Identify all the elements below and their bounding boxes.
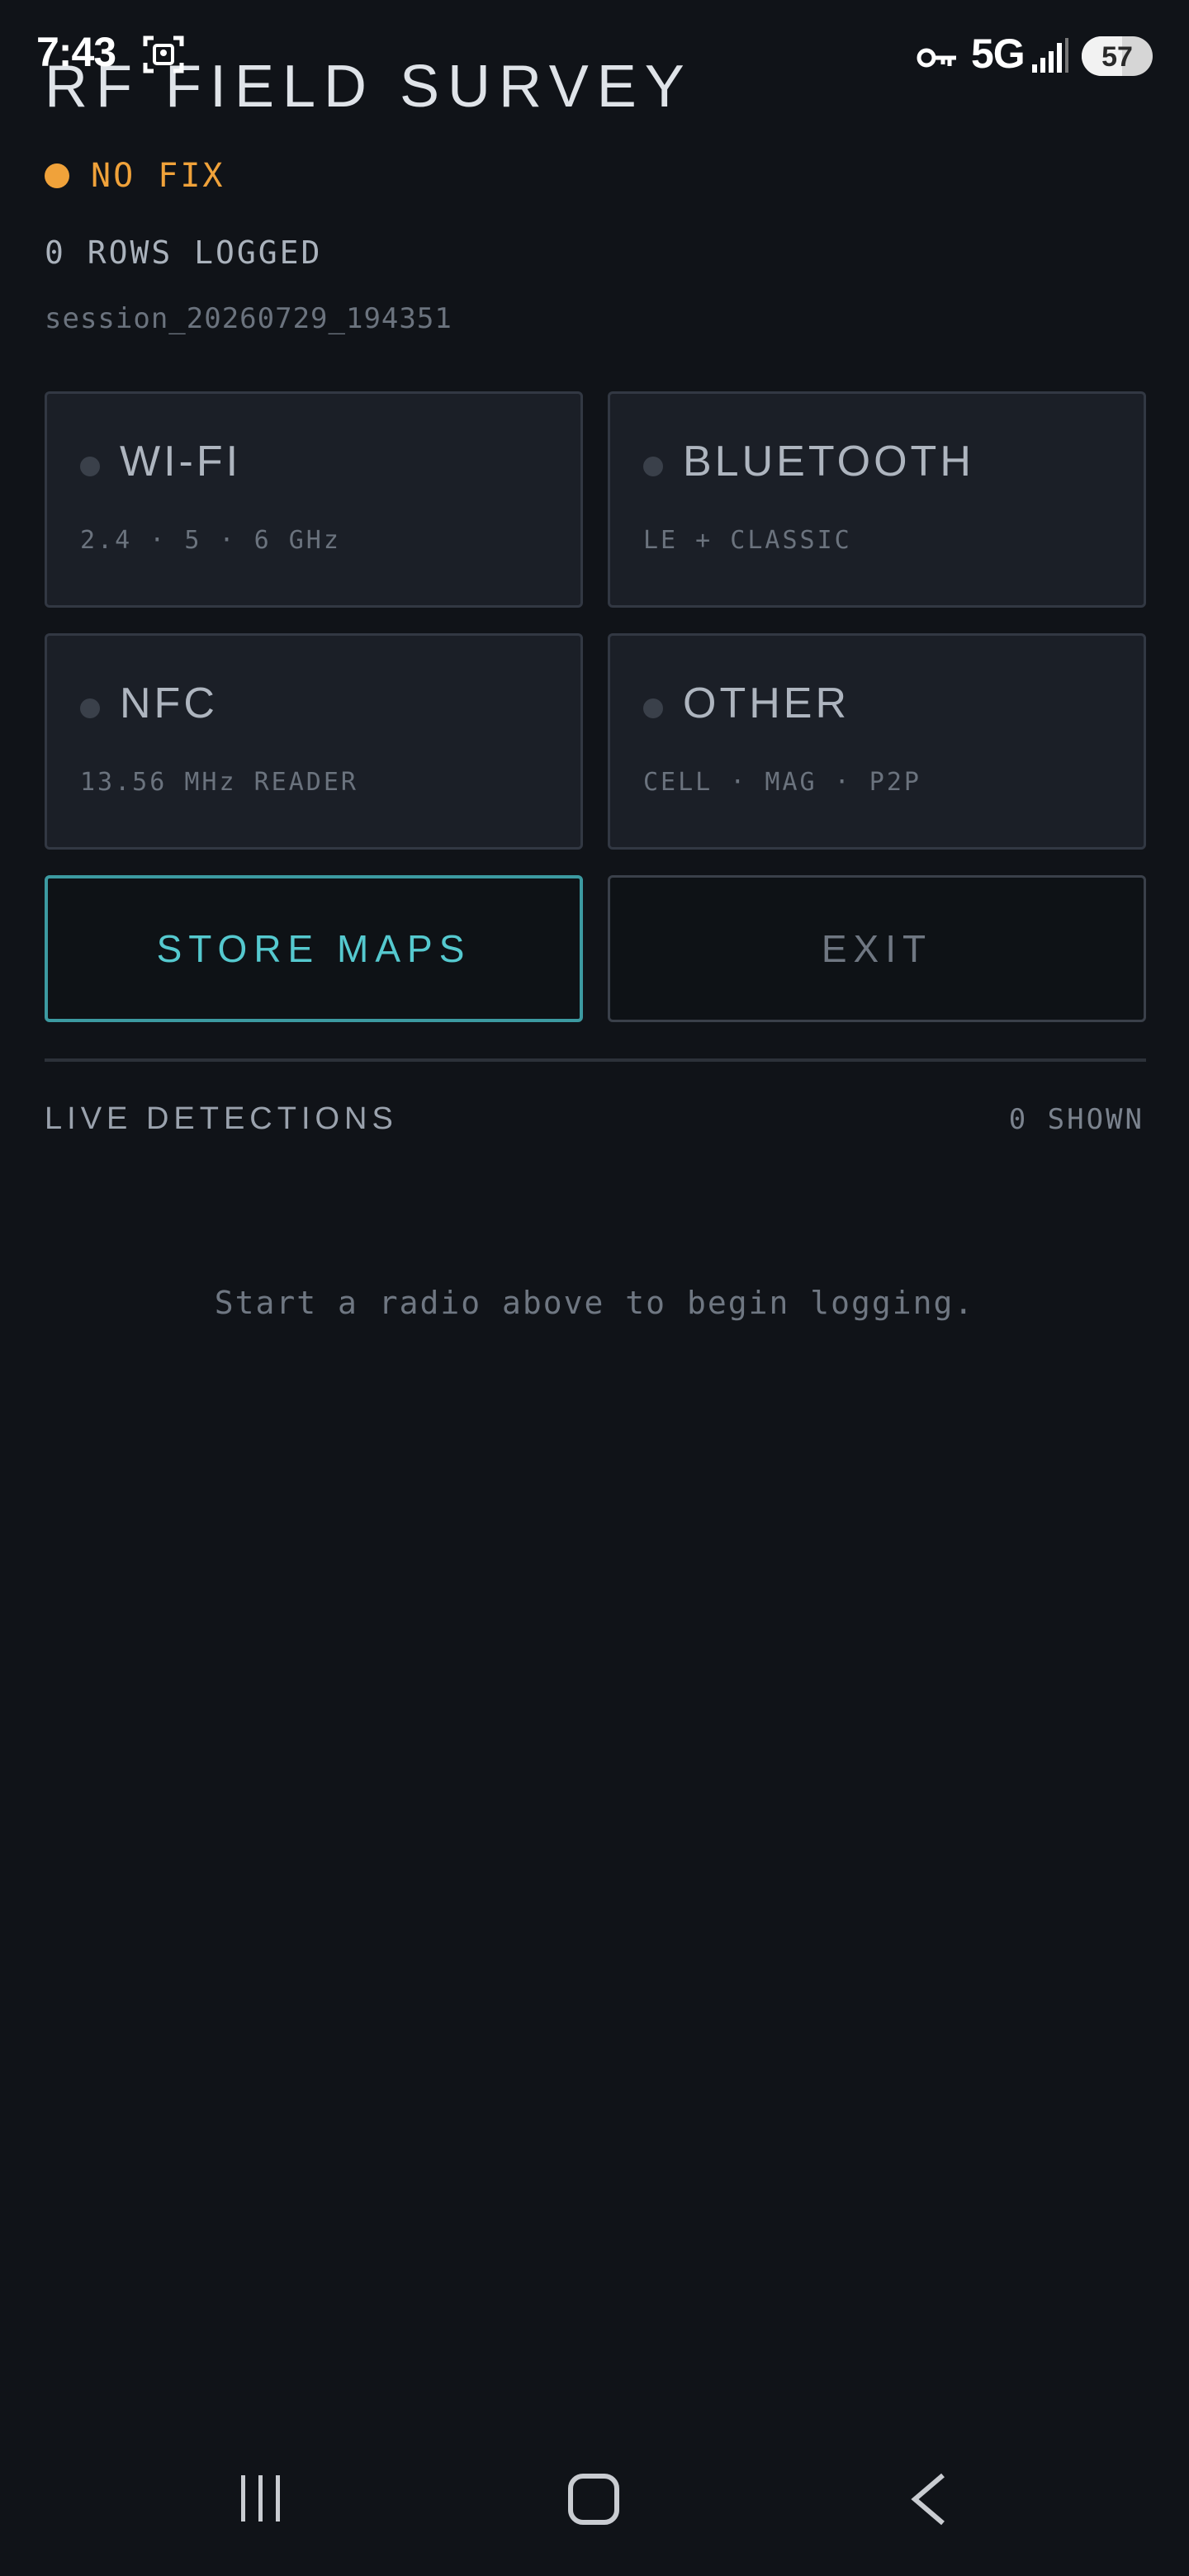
rows-logged-count: 0 ROWS LOGGED (45, 234, 323, 271)
empty-state-message: Start a radio above to begin logging. (214, 1285, 975, 1321)
radio-subtitle: CELL · MAG · P2P (643, 768, 921, 797)
radio-card-other[interactable]: OTHER CELL · MAG · P2P (608, 633, 1146, 850)
recent-apps-icon[interactable] (236, 2474, 286, 2523)
radio-name: BLUETOOTH (683, 438, 974, 485)
radio-subtitle: 2.4 · 5 · 6 GHz (80, 526, 341, 555)
detections-count: 0 SHOWN (1008, 1103, 1144, 1136)
radio-name: NFC (120, 680, 218, 727)
radio-name: OTHER (683, 680, 850, 727)
battery-level: 57 (1101, 41, 1133, 73)
radio-card-bluetooth[interactable]: BLUETOOTH LE + CLASSIC (608, 391, 1146, 608)
radio-name: WI-FI (120, 438, 242, 485)
network-type: 5G (971, 31, 1026, 77)
screenshot-scan-icon (143, 36, 184, 73)
status-bar: 7:43 5G 57 (0, 0, 1189, 99)
status-time: 7:43 (36, 29, 116, 75)
gps-fix-status: NO FIX (45, 157, 225, 195)
radio-status-dot (643, 698, 663, 718)
radio-card-nfc[interactable]: NFC 13.56 MHz READER (45, 633, 583, 850)
radio-card-wifi[interactable]: WI-FI 2.4 · 5 · 6 GHz (45, 391, 583, 608)
battery-icon: 57 (1082, 36, 1153, 76)
fix-status-label: NO FIX (91, 157, 225, 195)
radio-subtitle: 13.56 MHz READER (80, 768, 358, 797)
radio-status-dot (643, 457, 663, 476)
divider (45, 1058, 1146, 1062)
exit-button[interactable]: EXIT (608, 875, 1146, 1022)
radio-status-dot (80, 457, 100, 476)
fix-indicator-dot (45, 163, 69, 188)
radio-subtitle: LE + CLASSIC (643, 526, 852, 555)
signal-icon (1032, 38, 1068, 73)
store-maps-button[interactable]: STORE MAPS (45, 875, 583, 1022)
home-icon[interactable] (568, 2474, 619, 2525)
live-detections-heading: LIVE DETECTIONS (45, 1101, 398, 1136)
radio-status-dot (80, 698, 100, 718)
session-id: session_20260729_194351 (45, 302, 452, 335)
back-icon[interactable] (908, 2472, 948, 2526)
vpn-key-icon (917, 48, 956, 68)
